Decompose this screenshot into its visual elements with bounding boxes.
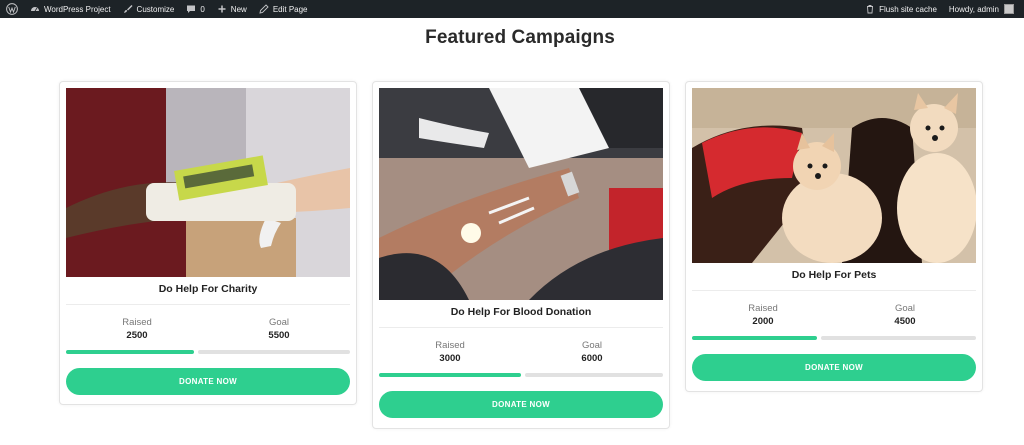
campaign-card-blood-donation: Do Help For Blood Donation Raised 3000 G… xyxy=(372,81,670,429)
customize-label: Customize xyxy=(136,4,175,14)
progress-track xyxy=(197,350,350,354)
edit-page-label: Edit Page xyxy=(272,4,308,14)
comment-bubble-icon xyxy=(186,4,196,14)
raised-label: Raised xyxy=(435,340,465,351)
hands-exchanging-package-image xyxy=(66,88,350,277)
new-content-link[interactable]: New xyxy=(211,0,253,18)
campaign-title: Do Help For Pets xyxy=(692,269,976,291)
raised-value: 2000 xyxy=(752,316,774,327)
plus-icon xyxy=(217,4,227,14)
avatar xyxy=(1004,4,1014,14)
campaign-stats: Raised 2000 Goal 4500 xyxy=(692,303,976,327)
progress-fill xyxy=(692,336,817,340)
goal-value: 5500 xyxy=(268,330,290,341)
campaign-stats: Raised 3000 Goal 6000 xyxy=(379,340,663,364)
raised-stat: Raised 3000 xyxy=(379,340,521,364)
progress-fill xyxy=(66,350,194,354)
my-account-menu[interactable]: Howdy, admin xyxy=(943,0,1020,18)
raised-label: Raised xyxy=(122,317,152,328)
campaign-title: Do Help For Blood Donation xyxy=(379,306,663,328)
progress-bar xyxy=(66,350,350,354)
paintbrush-icon xyxy=(123,4,133,14)
raised-value: 3000 xyxy=(439,353,461,364)
goal-value: 6000 xyxy=(581,353,603,364)
goal-label: Goal xyxy=(268,317,290,328)
campaign-image-blood-donation[interactable] xyxy=(379,88,663,300)
donate-button[interactable]: DONATE NOW xyxy=(66,368,350,395)
campaign-stats: Raised 2500 Goal 5500 xyxy=(66,317,350,341)
goal-stat: Goal 4500 xyxy=(834,303,976,327)
trash-icon xyxy=(865,4,875,14)
raised-value: 2500 xyxy=(126,330,148,341)
wordpress-logo-icon xyxy=(6,3,18,15)
site-name-label: WordPress Project xyxy=(44,4,111,14)
customize-link[interactable]: Customize xyxy=(117,0,181,18)
raised-stat: Raised 2000 xyxy=(692,303,834,327)
campaign-image-pets[interactable] xyxy=(692,88,976,263)
blood-donation-image xyxy=(379,88,663,300)
edit-page-link[interactable]: Edit Page xyxy=(253,0,314,18)
progress-bar xyxy=(692,336,976,340)
goal-label: Goal xyxy=(581,340,603,351)
comments-link[interactable]: 0 xyxy=(180,0,210,18)
progress-track xyxy=(525,373,663,377)
progress-fill xyxy=(379,373,521,377)
donate-button[interactable]: DONATE NOW xyxy=(379,391,663,418)
raised-stat: Raised 2500 xyxy=(66,317,208,341)
comments-count: 0 xyxy=(200,4,205,14)
goal-value: 4500 xyxy=(894,316,916,327)
wp-logo-menu[interactable] xyxy=(0,0,24,18)
site-name-link[interactable]: WordPress Project xyxy=(24,0,117,18)
goal-stat: Goal 6000 xyxy=(521,340,663,364)
new-label: New xyxy=(230,4,247,14)
raised-label: Raised xyxy=(748,303,778,314)
pencil-icon xyxy=(259,4,269,14)
flush-cache-label: Flush site cache xyxy=(879,4,937,14)
donate-button[interactable]: DONATE NOW xyxy=(692,354,976,381)
campaign-card-pets: Do Help For Pets Raised 2000 Goal 4500 D… xyxy=(685,81,983,392)
wp-admin-bar: WordPress Project Customize 0 New Edit P… xyxy=(0,0,1024,18)
goal-label: Goal xyxy=(894,303,916,314)
pomeranian-dogs-image xyxy=(692,88,976,263)
campaign-title: Do Help For Charity xyxy=(66,283,350,305)
goal-stat: Goal 5500 xyxy=(208,317,350,341)
campaign-image-charity[interactable] xyxy=(66,88,350,277)
progress-bar xyxy=(379,373,663,377)
dashboard-icon xyxy=(30,4,40,14)
section-title: Featured Campaigns xyxy=(425,27,615,48)
progress-track xyxy=(820,336,976,340)
howdy-label: Howdy, admin xyxy=(948,4,999,14)
campaign-card-charity: Do Help For Charity Raised 2500 Goal 550… xyxy=(59,81,357,405)
flush-cache-link[interactable]: Flush site cache xyxy=(859,0,943,18)
